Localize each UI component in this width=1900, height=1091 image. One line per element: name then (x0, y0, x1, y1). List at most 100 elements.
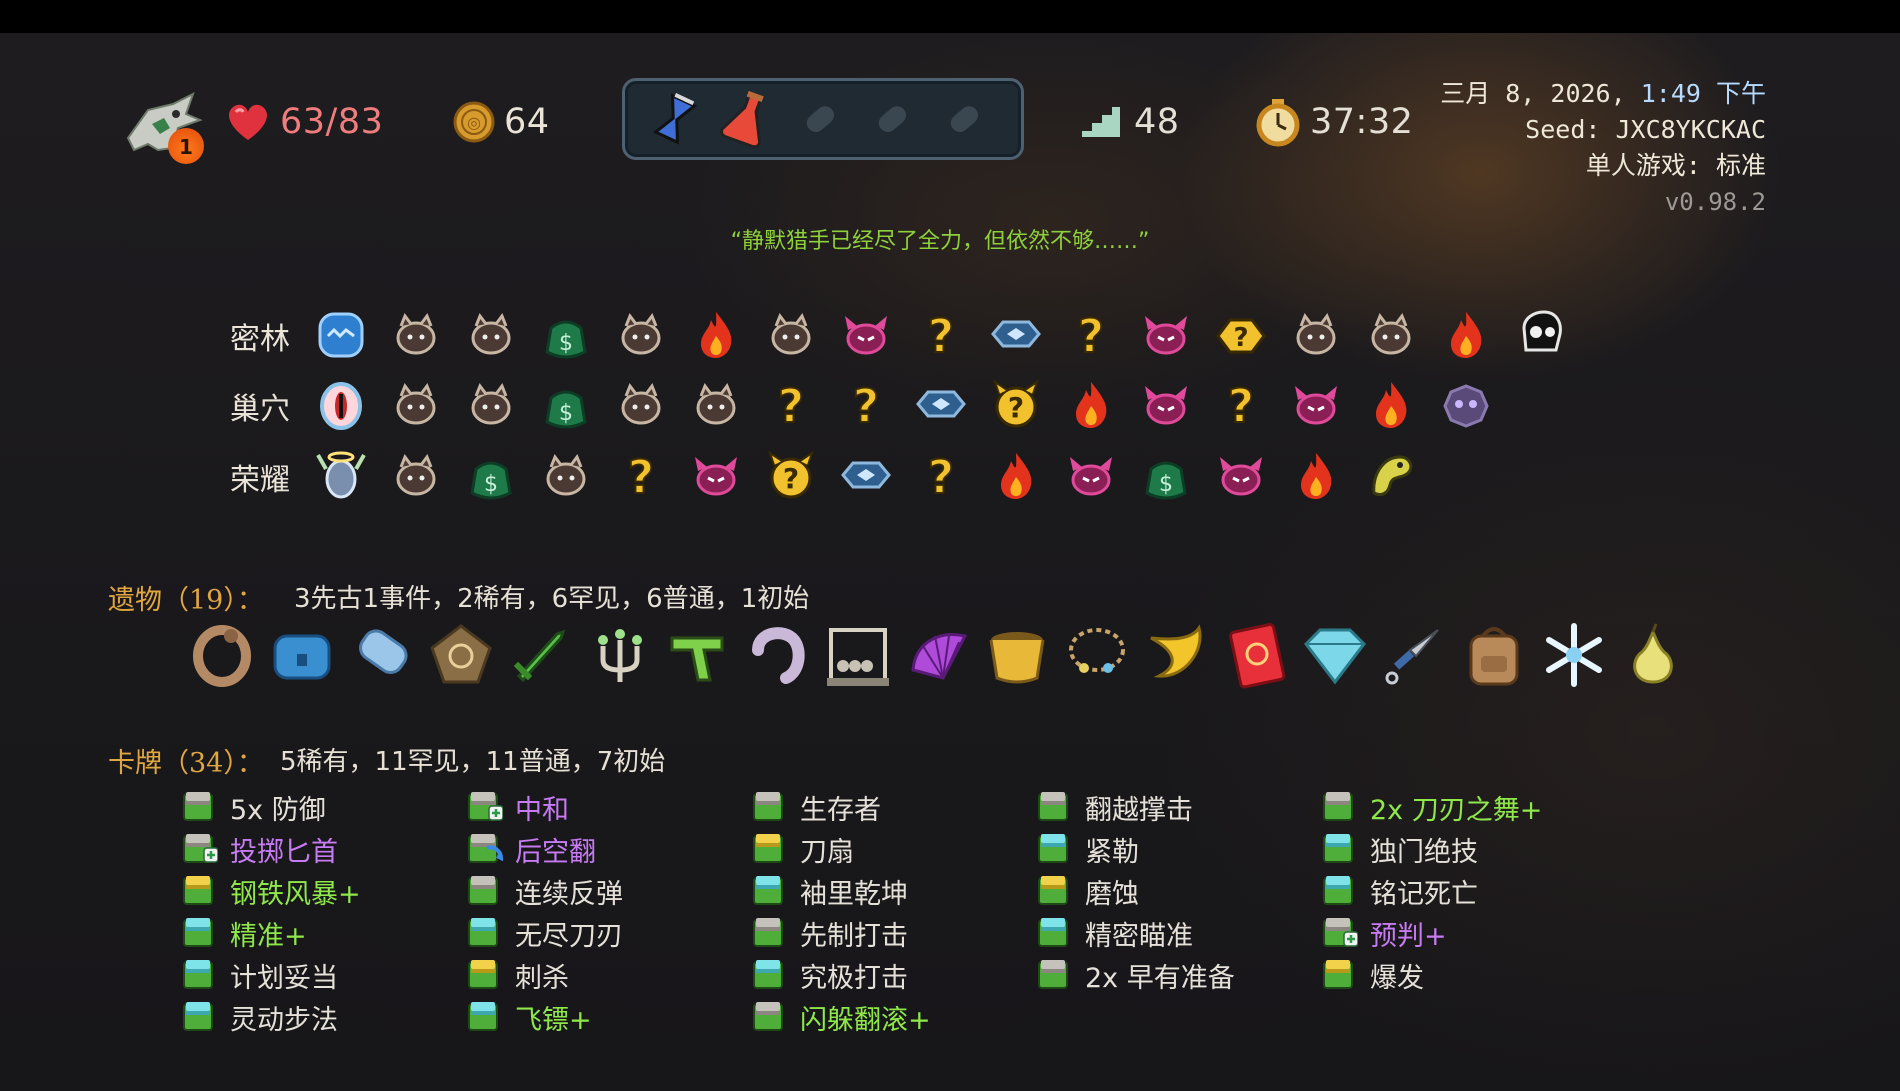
elite-icon[interactable] (837, 306, 895, 364)
kunai-icon[interactable] (1380, 620, 1450, 690)
card-entry[interactable]: 连续反弹 (467, 871, 623, 911)
candelabra-icon[interactable] (585, 620, 655, 690)
merchant-icon[interactable]: $ (537, 376, 595, 434)
unknown-icon[interactable]: ? (912, 306, 970, 364)
boss-eye-icon[interactable] (312, 376, 370, 434)
elite-icon[interactable] (1137, 376, 1195, 434)
monster-icon[interactable] (387, 376, 445, 434)
monster-icon[interactable] (687, 376, 745, 434)
card-entry[interactable]: 袖里乾坤 (752, 871, 908, 911)
monster-icon[interactable] (612, 376, 670, 434)
card-entry[interactable]: 独门绝技 (1322, 829, 1478, 869)
card-entry[interactable]: 究极打击 (752, 955, 908, 995)
purple-fan-icon[interactable] (903, 620, 973, 690)
card-entry[interactable]: 投掷匕首 (182, 829, 338, 869)
red-flask-potion-icon[interactable] (717, 89, 777, 149)
card-entry[interactable]: 精密瞄准 (1037, 913, 1193, 953)
empty-potion-slot-icon[interactable] (933, 89, 993, 149)
boss-angel-icon[interactable] (312, 447, 370, 505)
card-entry[interactable]: 飞镖+ (467, 997, 592, 1037)
banana-icon[interactable] (1141, 620, 1211, 690)
rest-site-icon[interactable] (1437, 306, 1495, 364)
boss-blue-slime-icon[interactable] (312, 306, 370, 364)
card-entry[interactable]: 铭记死亡 (1322, 871, 1478, 911)
green-gun-icon[interactable] (664, 620, 734, 690)
empty-potion-slot-icon[interactable] (861, 89, 921, 149)
elite-icon[interactable] (1137, 306, 1195, 364)
charm-bracelet-icon[interactable] (1062, 620, 1132, 690)
elite-icon[interactable] (1287, 376, 1345, 434)
unknown-icon[interactable]: ? (837, 376, 895, 434)
treasure-icon[interactable] (987, 306, 1045, 364)
card-entry[interactable]: 爆发 (1322, 955, 1424, 995)
seed-text[interactable]: Seed: JXC8YKCKAC (1440, 112, 1766, 148)
hp-display[interactable]: 63/83 (224, 78, 383, 166)
merchant-icon[interactable]: $ (537, 306, 595, 364)
card-entry[interactable]: 灵动步法 (182, 997, 338, 1037)
rest-site-icon[interactable] (987, 447, 1045, 505)
boss-skull-icon[interactable] (1512, 306, 1570, 364)
boss-purple-icon[interactable] (1437, 376, 1495, 434)
rest-site-icon[interactable] (1062, 376, 1120, 434)
unknown-event-icon[interactable]: ? (762, 447, 820, 505)
treasure-chest-icon[interactable] (267, 620, 337, 690)
elite-icon[interactable] (1212, 447, 1270, 505)
card-entry[interactable]: 2x 刀刃之舞+ (1322, 787, 1542, 827)
newtons-cradle-icon[interactable] (823, 620, 893, 690)
monster-icon[interactable] (462, 306, 520, 364)
card-entry[interactable]: 中和 (467, 787, 569, 827)
monster-icon[interactable] (1287, 306, 1345, 364)
card-entry[interactable]: 刀扇 (752, 829, 854, 869)
empty-potion-slot-icon[interactable] (789, 89, 849, 149)
crystal-gem-icon[interactable] (1300, 620, 1370, 690)
card-entry[interactable]: 先制打击 (752, 913, 908, 953)
unknown-icon[interactable]: ? (612, 447, 670, 505)
ring-of-snake-icon[interactable] (187, 620, 257, 690)
elite-icon[interactable] (687, 447, 745, 505)
card-entry[interactable]: 紧勒 (1037, 829, 1139, 869)
curved-horn-icon[interactable] (744, 620, 814, 690)
treasure-icon[interactable] (837, 447, 895, 505)
unknown-icon[interactable]: ? (1062, 306, 1120, 364)
card-entry[interactable]: 精准+ (182, 913, 307, 953)
card-entry[interactable]: 计划妥当 (182, 955, 338, 995)
unknown-ancient-icon[interactable]: ? (1212, 306, 1270, 364)
merchant-icon[interactable]: $ (462, 447, 520, 505)
backpack-icon[interactable] (1459, 620, 1529, 690)
floor-display[interactable]: 48 (1080, 78, 1180, 166)
monster-icon[interactable] (1362, 306, 1420, 364)
timer-display[interactable]: 37:32 (1254, 78, 1413, 166)
monster-icon[interactable] (387, 306, 445, 364)
monster-icon[interactable] (462, 376, 520, 434)
pentagon-shield-icon[interactable] (426, 620, 496, 690)
monster-icon[interactable] (762, 306, 820, 364)
card-entry[interactable]: 5x 防御 (182, 787, 326, 827)
card-entry[interactable]: 闪躲翻滚+ (752, 997, 931, 1037)
golden-bucket-icon[interactable] (982, 620, 1052, 690)
monster-icon[interactable] (387, 447, 445, 505)
snowflake-icon[interactable] (1539, 620, 1609, 690)
unknown-event-icon[interactable]: ? (987, 376, 1045, 434)
pear-icon[interactable] (1618, 620, 1688, 690)
card-entry[interactable]: 刺杀 (467, 955, 569, 995)
card-entry[interactable]: 翻越撑击 (1037, 787, 1193, 827)
monster-icon[interactable] (537, 447, 595, 505)
card-entry[interactable]: 后空翻 (467, 829, 596, 869)
rest-site-icon[interactable] (1362, 376, 1420, 434)
green-sword-icon[interactable] (505, 620, 575, 690)
card-entry[interactable]: 2x 早有准备 (1037, 955, 1235, 995)
card-entry[interactable]: 磨蚀 (1037, 871, 1139, 911)
card-entry[interactable]: 无尽刀刃 (467, 913, 623, 953)
monster-icon[interactable] (612, 306, 670, 364)
sleeping-bag-icon[interactable] (346, 620, 416, 690)
card-entry[interactable]: 生存者 (752, 787, 881, 827)
boss-worm-icon[interactable] (1362, 447, 1420, 505)
treasure-icon[interactable] (912, 376, 970, 434)
rest-site-icon[interactable] (1287, 447, 1345, 505)
red-book-icon[interactable] (1221, 620, 1291, 690)
card-entry[interactable]: 钢铁风暴+ (182, 871, 361, 911)
unknown-icon[interactable]: ? (1212, 376, 1270, 434)
merchant-icon[interactable]: $ (1137, 447, 1195, 505)
unknown-icon[interactable]: ? (762, 376, 820, 434)
gold-display[interactable]: ◎ 64 (452, 78, 550, 166)
